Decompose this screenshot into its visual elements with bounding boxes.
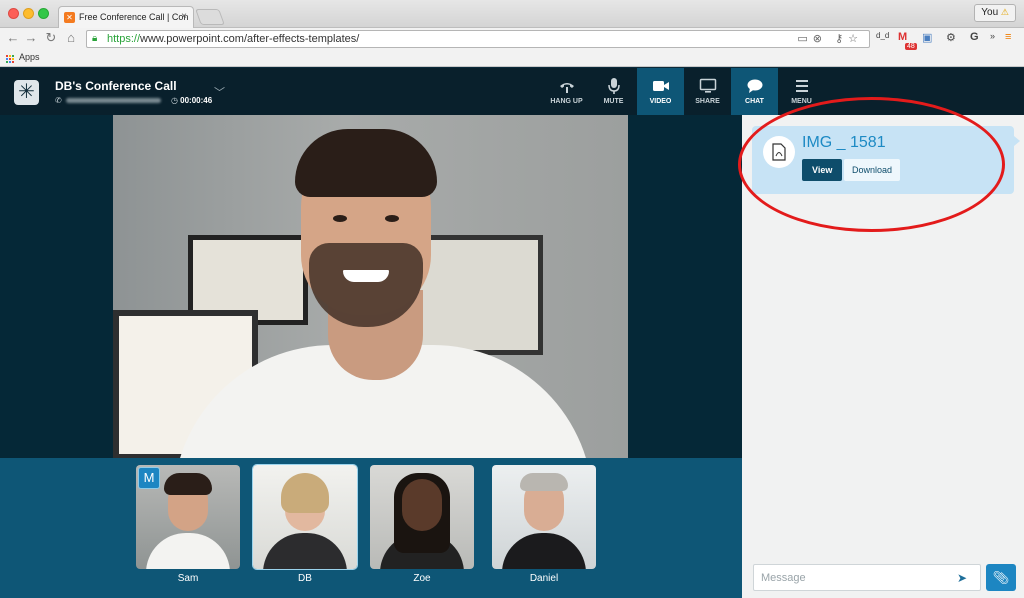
app-logo-icon[interactable]: ✳: [14, 80, 39, 105]
apps-icon: [5, 54, 14, 63]
omnibox-icons[interactable]: ▭⊗ ⚷☆: [797, 32, 863, 45]
profile-name: You: [981, 7, 999, 18]
new-tab-button[interactable]: [195, 9, 225, 25]
browser-toolbar: ← → ↻ ⌂ 🔒︎ https://www.powerpoint.com/af…: [0, 28, 1024, 50]
video-label: VIDEO: [649, 98, 672, 105]
speaker-eye: [333, 215, 347, 222]
tab-title: Free Conference Call | Con: [79, 12, 189, 22]
more-extensions-icon[interactable]: »: [990, 31, 995, 41]
attach-file-button[interactable]: 📎︎: [986, 564, 1016, 591]
message-input[interactable]: [753, 564, 981, 591]
extension-g-icon[interactable]: G: [970, 31, 979, 43]
app-header: ✳ DB's Conference Call ✆ ◷ 00:00:46 ﹀ HA…: [0, 68, 1024, 115]
gmail-count-badge: 48: [905, 43, 917, 50]
back-icon[interactable]: ←: [4, 30, 22, 45]
chat-button[interactable]: CHAT: [731, 68, 778, 115]
share-label: SHARE: [695, 98, 720, 105]
video-stage: [0, 115, 742, 458]
participant-name: Daniel: [529, 573, 559, 584]
tile-face: [402, 479, 442, 531]
gear-icon[interactable]: ⚙: [946, 31, 956, 44]
monitor-icon: [684, 77, 731, 95]
forward-icon[interactable]: →: [22, 30, 40, 45]
browser-tab[interactable]: ✕ Free Conference Call | Con ×: [58, 6, 194, 28]
lock-icon: 🔒︎: [92, 33, 98, 44]
maximize-window-button[interactable]: [38, 8, 49, 19]
call-title: DB's Conference Call: [55, 79, 177, 93]
shared-file-message: IMG _ 1581 View Download: [752, 126, 1020, 194]
hang-up-button[interactable]: HANG UP: [543, 68, 590, 115]
favicon-icon: ✕: [64, 12, 75, 23]
minimize-window-button[interactable]: [23, 8, 34, 19]
hang-up-label: HANG UP: [550, 98, 583, 105]
speaker-hair: [295, 129, 437, 197]
call-subinfo: ✆ ◷ 00:00:46: [55, 96, 212, 105]
tile-hair: [281, 473, 329, 513]
profile-button[interactable]: You ⚠: [974, 4, 1016, 22]
participant-tile-db[interactable]: [253, 465, 357, 569]
participant-tile-daniel[interactable]: [492, 465, 596, 569]
participant-tile-sam[interactable]: M: [136, 465, 240, 569]
call-timer: 00:00:46: [180, 96, 213, 105]
extension-dd[interactable]: d_d: [876, 31, 889, 40]
reload-icon[interactable]: ↻: [42, 30, 60, 46]
moderator-badge: M: [138, 467, 160, 489]
participant-tile-zoe[interactable]: [370, 465, 474, 569]
hamburger-icon: [778, 77, 825, 95]
chevron-down-icon[interactable]: ﹀: [214, 84, 225, 100]
url-scheme: https://: [107, 33, 141, 45]
view-file-button[interactable]: View: [802, 159, 843, 181]
speaker-eye: [385, 215, 399, 222]
tile-hair: [164, 473, 212, 495]
url-text: www.powerpoint.com/after-effects-templat…: [140, 33, 360, 45]
phone-icon: ✆: [55, 96, 62, 105]
bookmark-apps[interactable]: Apps: [19, 52, 40, 62]
participant-name: Sam: [177, 573, 199, 584]
tile-hair: [520, 473, 568, 491]
speaker-smile: [343, 270, 389, 282]
menu-icon[interactable]: ≡: [1005, 31, 1011, 43]
menu-label: MENU: [791, 98, 812, 105]
clock-icon: ◷: [170, 96, 178, 105]
send-icon[interactable]: ➤: [957, 571, 967, 585]
extension-window-icon[interactable]: ▣: [922, 31, 932, 44]
bookmarks-bar: Apps: [0, 50, 1024, 67]
pdf-file-icon: [763, 136, 795, 168]
close-window-button[interactable]: [8, 8, 19, 19]
tab-close-icon[interactable]: ×: [181, 11, 187, 22]
chat-label: CHAT: [745, 98, 764, 105]
chat-bubble-icon: [731, 77, 778, 95]
address-bar[interactable]: 🔒︎ https://www.powerpoint.com/after-effe…: [86, 30, 870, 48]
blurred-phone-number: [65, 98, 161, 104]
warning-icon: ⚠: [1000, 7, 1009, 17]
microphone-icon: [590, 77, 637, 95]
browser-titlebar: ✕ Free Conference Call | Con × You ⚠: [0, 0, 1024, 28]
chat-panel: IMG _ 1581 View Download ➤ 📎︎: [742, 115, 1024, 598]
video-camera-icon: [637, 77, 684, 95]
participant-name: DB: [298, 573, 312, 584]
menu-button[interactable]: MENU: [778, 68, 825, 115]
mute-label: MUTE: [603, 98, 624, 105]
mute-button[interactable]: MUTE: [590, 68, 637, 115]
main-video-feed[interactable]: [113, 115, 628, 458]
participant-strip: M Sam DB Zoe Daniel: [0, 458, 742, 598]
gmail-icon[interactable]: M: [898, 31, 907, 43]
home-icon[interactable]: ⌂: [62, 30, 80, 45]
download-file-button[interactable]: Download: [844, 159, 901, 181]
share-button[interactable]: SHARE: [684, 68, 731, 115]
video-button[interactable]: VIDEO: [637, 68, 684, 115]
paperclip-icon: 📎︎: [992, 570, 1010, 585]
file-name: IMG _ 1581: [802, 134, 886, 151]
participant-name: Zoe: [413, 573, 431, 584]
hang-up-icon: [543, 77, 590, 95]
